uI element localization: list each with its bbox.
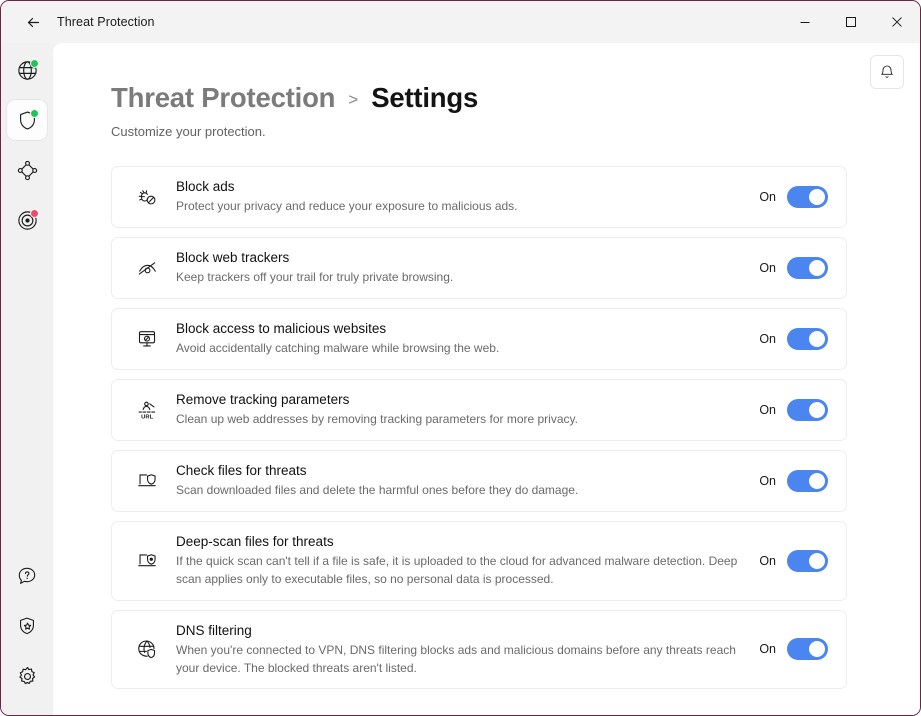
toggle-block-malicious-websites[interactable] [787, 327, 828, 350]
sidebar [1, 43, 53, 715]
shield-star-icon [16, 615, 38, 637]
page-header: Threat Protection > Settings Customize y… [53, 43, 920, 139]
svg-text:URL: URL [141, 414, 153, 420]
laptop-shield-filled-icon [129, 550, 165, 572]
page-title: Settings [371, 82, 479, 113]
toggle-state-label: On [759, 260, 776, 275]
notifications-button[interactable] [870, 55, 904, 89]
setting-control: On [759, 638, 828, 661]
eye-off-icon [129, 257, 165, 279]
toggle-remove-tracking-parameters[interactable] [787, 398, 828, 421]
arrow-left-icon [25, 14, 42, 31]
setting-control: On [759, 398, 828, 421]
bug-blocked-icon [129, 186, 165, 208]
setting-text: Block web trackers Keep trackers off your… [165, 238, 749, 298]
setting-control: On [759, 256, 828, 279]
setting-text: Block access to malicious websites Avoid … [165, 309, 749, 369]
maximize-icon [845, 16, 857, 28]
toggle-dns-filtering[interactable] [787, 638, 828, 661]
setting-title: DNS filtering [176, 622, 252, 638]
setting-title: Deep-scan files for threats [176, 533, 334, 549]
toggle-state-label: On [759, 331, 776, 346]
setting-title: Check files for threats [176, 462, 307, 478]
setting-title: Block access to malicious websites [176, 320, 387, 336]
bell-icon [879, 64, 895, 80]
setting-row-block-web-trackers: Block web trackers Keep trackers off your… [111, 236, 847, 299]
toggle-state-label: On [759, 553, 776, 568]
sidebar-item-meshnet[interactable] [7, 150, 47, 190]
status-dot-green [30, 109, 39, 118]
setting-title: Remove tracking parameters [176, 391, 350, 407]
window-controls [782, 1, 920, 43]
setting-text: DNS filtering When you're connected to VP… [165, 611, 749, 689]
page-subtitle: Customize your protection. [111, 124, 266, 139]
breadcrumb: Threat Protection > Settings [111, 82, 920, 114]
meshnet-icon [16, 159, 39, 182]
globe-shield-icon [129, 638, 165, 660]
status-dot-green [30, 59, 39, 68]
setting-description: Protect your privacy and reduce your exp… [176, 199, 518, 214]
close-icon [891, 16, 903, 28]
gear-icon [16, 665, 39, 688]
setting-control: On [759, 549, 828, 572]
maximize-button[interactable] [828, 1, 874, 43]
toggle-deep-scan-files-for-threats[interactable] [787, 549, 828, 572]
chevron-right-icon: > [348, 89, 359, 109]
minimize-button[interactable] [782, 1, 828, 43]
monitor-blocked-icon [129, 328, 165, 350]
setting-description: Avoid accidentally catching malware whil… [176, 341, 500, 356]
setting-row-check-files-for-threats: Check files for threats Scan downloaded f… [111, 449, 847, 512]
title-bar: Threat Protection [1, 1, 920, 43]
sidebar-item-vpn[interactable] [7, 50, 47, 90]
setting-row-block-malicious-websites: Block access to malicious websites Avoid … [111, 307, 847, 370]
setting-text: Block ads Protect your privacy and reduce… [165, 167, 749, 227]
sidebar-item-help[interactable] [7, 556, 47, 596]
sidebar-item-settings[interactable] [7, 656, 47, 696]
setting-title: Block web trackers [176, 249, 290, 265]
setting-control: On [759, 185, 828, 208]
help-bubble-icon [16, 565, 38, 587]
setting-text: Remove tracking parameters Clean up web a… [165, 380, 749, 440]
setting-control: On [759, 469, 828, 492]
setting-description: If the quick scan can't tell if a file i… [176, 554, 738, 586]
toggle-state-label: On [759, 402, 776, 417]
setting-description: Keep trackers off your trail for truly p… [176, 270, 454, 285]
laptop-shield-icon [129, 470, 165, 492]
setting-description: Scan downloaded files and delete the har… [176, 483, 579, 498]
toggle-block-ads[interactable] [787, 185, 828, 208]
setting-description: Clean up web addresses by removing track… [176, 412, 578, 427]
setting-text: Deep-scan files for threats If the quick … [165, 522, 749, 600]
toggle-state-label: On [759, 189, 776, 204]
settings-list: Block ads Protect your privacy and reduce… [111, 166, 847, 690]
content-panel: Threat Protection > Settings Customize y… [53, 43, 920, 715]
toggle-state-label: On [759, 642, 776, 657]
setting-control: On [759, 327, 828, 350]
sidebar-item-threat-protection[interactable] [7, 100, 47, 140]
close-button[interactable] [874, 1, 920, 43]
breadcrumb-parent[interactable]: Threat Protection [111, 82, 335, 114]
toggle-block-web-trackers[interactable] [787, 256, 828, 279]
setting-title: Block ads [176, 179, 235, 194]
toggle-check-files-for-threats[interactable] [787, 469, 828, 492]
minimize-icon [799, 16, 811, 28]
setting-description: When you're connected to VPN, DNS filter… [176, 642, 736, 675]
setting-text: Check files for threats Scan downloaded f… [165, 451, 749, 511]
toggle-state-label: On [759, 473, 776, 488]
app-window: Threat Protection Threat Protection > Se… [0, 0, 921, 716]
sidebar-bottom-group [7, 551, 47, 715]
window-title: Threat Protection [57, 15, 155, 29]
sidebar-item-dark-web-monitor[interactable] [7, 200, 47, 240]
sidebar-item-rate-us[interactable] [7, 606, 47, 646]
setting-row-deep-scan-files-for-threats: Deep-scan files for threats If the quick … [111, 520, 847, 601]
setting-row-block-ads: Block ads Protect your privacy and reduce… [111, 166, 847, 228]
back-button[interactable] [15, 6, 51, 38]
setting-row-dns-filtering: DNS filtering When you're connected to VP… [111, 609, 847, 690]
setting-row-remove-tracking-parameters: URL Remove tracking parameters Clean up we… [111, 378, 847, 441]
status-dot-red [30, 209, 39, 218]
url-clean-icon: URL [129, 399, 165, 421]
